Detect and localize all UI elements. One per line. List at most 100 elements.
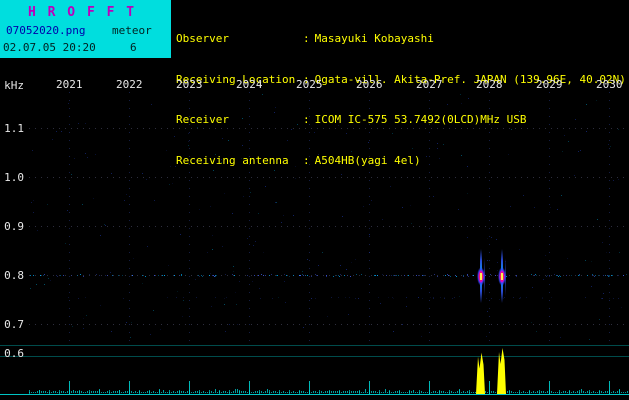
noise-pixel <box>421 336 422 337</box>
level-trace <box>59 392 60 393</box>
minute-gridline <box>609 92 610 344</box>
noise-pixel <box>295 178 296 179</box>
level-trace <box>395 391 396 393</box>
noise-pixel <box>618 179 619 180</box>
level-trace <box>169 392 170 393</box>
level-trace <box>243 391 244 393</box>
noise-pixel <box>175 166 176 167</box>
level-trace <box>539 392 540 393</box>
level-trace <box>305 392 306 393</box>
carrier-pixel <box>71 275 72 276</box>
level-trace <box>421 391 422 393</box>
level-trace <box>523 391 524 393</box>
level-trace <box>345 391 346 393</box>
level-trace <box>67 391 68 393</box>
noise-pixel <box>390 186 391 187</box>
carrier-pixel <box>112 275 113 276</box>
level-trace <box>155 392 156 393</box>
noise-pixel <box>613 180 614 181</box>
level-trace <box>207 392 208 393</box>
noise-pixel <box>272 298 273 299</box>
level-trace <box>327 391 328 393</box>
noise-pixel <box>461 155 462 156</box>
noise-pixel <box>591 286 592 287</box>
noise-pixel <box>430 297 431 298</box>
level-trace <box>163 390 164 393</box>
level-trace <box>487 392 488 393</box>
carrier-pixel <box>608 276 609 277</box>
noise-pixel <box>585 297 586 298</box>
noise-pixel <box>531 322 532 323</box>
level-trace <box>371 391 372 393</box>
carrier-pixel <box>30 275 31 276</box>
level-trace <box>587 391 588 393</box>
noise-pixel <box>226 297 227 298</box>
level-trace <box>497 391 498 393</box>
noise-pixel <box>167 297 168 298</box>
noise-pixel <box>562 151 563 152</box>
noise-pixel <box>229 324 230 325</box>
noise-pixel <box>130 337 131 338</box>
level-trace <box>607 391 608 393</box>
freq-label: 0.9 <box>4 220 24 233</box>
noise-pixel <box>382 274 383 275</box>
level-trace <box>235 389 236 393</box>
carrier-pixel <box>154 275 155 276</box>
noise-pixel <box>274 112 275 113</box>
level-trace <box>137 392 138 393</box>
noise-pixel <box>142 283 143 284</box>
carrier-pixel <box>333 276 334 277</box>
noise-pixel <box>437 148 438 149</box>
noise-pixel <box>285 302 286 303</box>
level-trace <box>459 389 460 393</box>
level-trace <box>431 392 432 393</box>
level-trace <box>87 391 88 393</box>
carrier-pixel <box>326 275 327 276</box>
level-trace <box>265 391 266 393</box>
level-trace <box>129 391 130 393</box>
carrier-pixel <box>315 274 316 275</box>
level-trace <box>611 392 612 393</box>
minute-gridline <box>489 92 490 344</box>
noise-pixel <box>358 298 359 299</box>
carrier-pixel <box>142 275 143 276</box>
carrier-pixel <box>547 275 548 276</box>
noise-pixel <box>303 327 304 328</box>
noise-pixel <box>44 284 45 285</box>
noise-pixel <box>393 298 394 299</box>
level-trace <box>107 391 108 393</box>
noise-pixel <box>196 119 197 120</box>
level-trace <box>201 392 202 393</box>
noise-pixel <box>87 157 88 158</box>
panel-divider-line <box>0 356 629 357</box>
level-trace <box>147 391 148 393</box>
level-trace <box>411 391 412 393</box>
carrier-pixel <box>559 275 560 276</box>
noise-pixel <box>568 141 569 142</box>
noise-pixel <box>318 154 319 155</box>
carrier-pixel <box>467 275 468 276</box>
carrier-pixel <box>158 275 159 276</box>
level-trace <box>127 391 128 393</box>
noise-pixel <box>30 288 31 289</box>
noise-pixel <box>349 297 350 298</box>
info-row-receiver: Receiver: ICOM IC-575 53.7492(0LCD)MHz US… <box>176 113 626 127</box>
level-trace <box>617 391 618 393</box>
noise-pixel <box>618 129 619 130</box>
level-trace <box>415 392 416 393</box>
noise-pixel <box>574 175 575 176</box>
carrier-pixel <box>609 275 610 276</box>
noise-pixel <box>437 143 438 144</box>
carrier-pixel <box>162 275 163 276</box>
carrier-pixel <box>560 276 561 277</box>
level-trace <box>593 391 594 393</box>
carrier-pixel <box>595 275 596 276</box>
level-trace <box>111 392 112 393</box>
level-trace <box>527 392 528 393</box>
level-trace <box>619 389 620 393</box>
level-trace <box>45 391 46 393</box>
level-trace <box>229 392 230 393</box>
carrier-pixel <box>377 275 378 276</box>
noise-pixel <box>422 298 423 299</box>
carrier-pixel <box>276 275 277 276</box>
